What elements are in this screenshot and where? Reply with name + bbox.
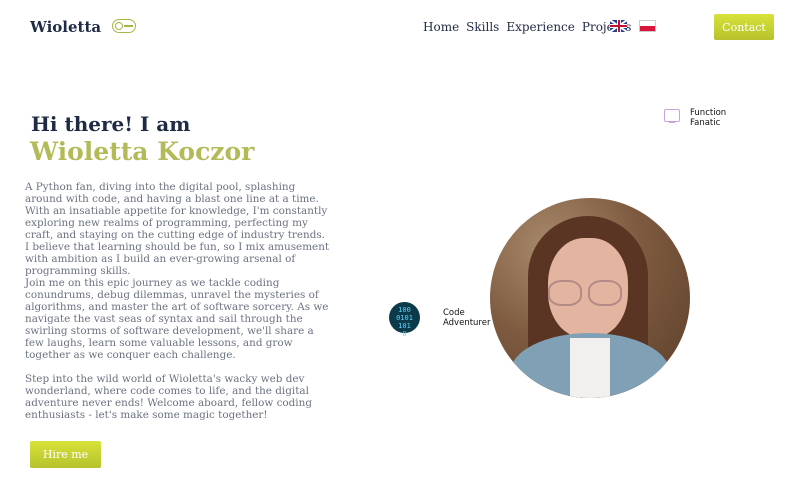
nav-home[interactable]: Home <box>423 20 459 34</box>
greeting: Hi there! I am <box>31 112 191 136</box>
binary-code-icon: 100 0101 101 0 <box>389 302 420 338</box>
contact-button[interactable]: Contact <box>714 14 774 40</box>
hero-name: Wioletta Koczor <box>30 137 255 166</box>
profile-photo <box>490 198 690 398</box>
monitor-icon <box>664 109 680 123</box>
nav-experience[interactable]: Experience <box>506 20 575 34</box>
poland-flag-icon[interactable] <box>639 20 656 32</box>
logo[interactable]: Wioletta <box>30 18 101 36</box>
bio-paragraph-3: Step into the wild world of Wioletta's w… <box>25 373 312 421</box>
hire-me-button[interactable]: Hire me <box>30 441 101 468</box>
badge-code-adventurer: Code Adventurer <box>443 308 491 328</box>
nav-skills[interactable]: Skills <box>466 20 499 34</box>
uk-flag-icon[interactable] <box>610 20 627 32</box>
bio-paragraph-1: A Python fan, diving into the digital po… <box>25 181 330 277</box>
bio: A Python fan, diving into the digital po… <box>25 181 330 421</box>
main-nav: Home Skills Experience Projects <box>423 20 631 34</box>
bio-paragraph-2: Join me on this epic journey as we tackl… <box>25 277 329 361</box>
theme-toggle-icon[interactable] <box>112 19 136 33</box>
badge-function-fanatic: Function Fanatic <box>690 108 727 128</box>
